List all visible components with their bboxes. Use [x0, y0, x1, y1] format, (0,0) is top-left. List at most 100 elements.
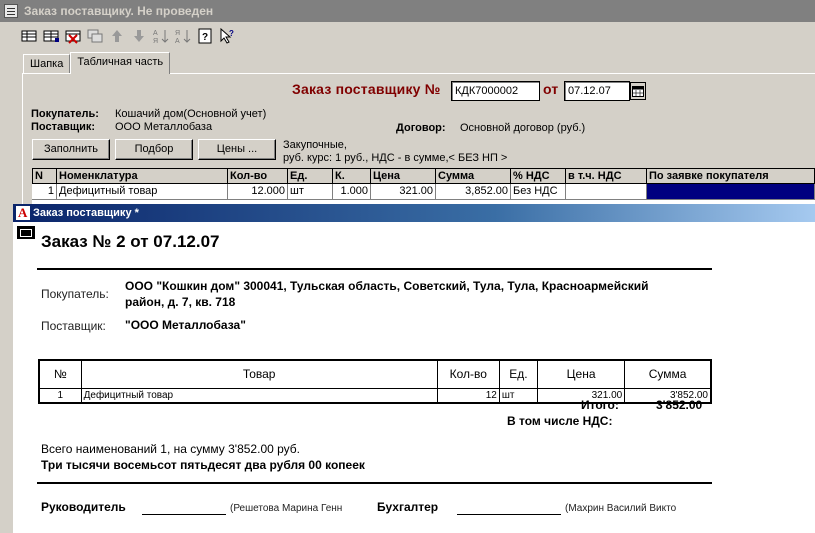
grid-header-n[interactable]: N: [32, 168, 57, 184]
vat-label: В том числе НДС:: [507, 414, 613, 428]
document-icon: [4, 4, 18, 18]
grid-header-row: N Номенклатура Кол-во Ед. К. Цена Сумма …: [32, 168, 815, 184]
grid-cell-buyer-request[interactable]: [647, 184, 815, 200]
print-document: Заказ № 2 от 07.12.07 Покупатель: ООО "К…: [13, 222, 815, 533]
grid-header-buyer-request[interactable]: По заявке покупателя: [647, 168, 815, 184]
doc-buyer-line-1: ООО "Кошкин дом" 300041, Тульская област…: [125, 279, 649, 293]
print-form-title: Заказ поставщику *: [33, 207, 139, 219]
col-price: Цена: [536, 359, 626, 389]
table-toolbar: AЯ ЯA ? ?: [20, 25, 236, 47]
col-sum: Сумма: [624, 359, 712, 389]
col-qty: Кол-во: [436, 359, 500, 389]
grid-header-price[interactable]: Цена: [371, 168, 436, 184]
calendar-button[interactable]: [630, 82, 646, 100]
sheet-corner-icon[interactable]: [17, 226, 35, 239]
grid-cell-unit[interactable]: шт: [288, 184, 333, 200]
items-count-text: Всего наименований 1, на сумму 3'852.00 …: [41, 442, 301, 456]
grid-row[interactable]: 1 Дефицитный товар 12.000 шт 1.000 321.0…: [32, 184, 815, 200]
grid-header-item[interactable]: Номенклатура: [57, 168, 228, 184]
grid-cell-item[interactable]: Дефицитный товар: [57, 184, 228, 200]
grid-cell-qty[interactable]: 12.000: [228, 184, 288, 200]
grid-header-vat-amount[interactable]: в т.ч. НДС: [566, 168, 647, 184]
supplier-value[interactable]: ООО Металлобаза: [115, 121, 212, 133]
row-product: Дефицитный товар: [80, 387, 438, 404]
grid-header-coef[interactable]: К.: [333, 168, 371, 184]
sort-desc-icon[interactable]: ЯA: [174, 27, 192, 45]
svg-text:?: ?: [229, 29, 234, 38]
svg-text:Я: Я: [175, 30, 180, 37]
svg-text:A: A: [153, 30, 158, 37]
total-label: Итого:: [581, 398, 619, 412]
grid-cell-vat-amount[interactable]: [566, 184, 647, 200]
accountant-name: (Махрин Василий Викто: [565, 503, 677, 514]
col-product: Товар: [80, 359, 438, 389]
order-document-window: Заказ поставщику. Не проведен AЯ ЯA ? ? …: [0, 0, 815, 204]
price-rate-info: руб. курс: 1 руб., НДС - в сумме,< БЕЗ Н…: [283, 152, 508, 164]
order-number-field[interactable]: КДК7000002: [451, 81, 540, 101]
sum-in-words: Три тысячи восемьсот пятьдесят два рубля…: [41, 458, 365, 472]
grid-header-unit[interactable]: Ед.: [288, 168, 333, 184]
doc-supplier-label: Поставщик:: [41, 319, 106, 333]
table-icon[interactable]: [20, 27, 38, 45]
date-label: от: [543, 81, 559, 97]
grid-icon[interactable]: [42, 27, 60, 45]
col-number: №: [38, 359, 82, 389]
head-signature-line: [142, 514, 226, 515]
help-icon[interactable]: ?: [196, 27, 214, 45]
top-divider: [37, 268, 712, 270]
grid-cell-price[interactable]: 321.00: [371, 184, 436, 200]
grid-cell-sum[interactable]: 3,852.00: [436, 184, 511, 200]
calendar-icon: [632, 86, 644, 97]
document-title: Заказ № 2 от 07.12.07: [41, 232, 220, 251]
order-window-title: Заказ поставщику. Не проведен: [24, 4, 214, 18]
items-table-header: № Товар Кол-во Ед. Цена Сумма: [38, 359, 712, 389]
buyer-label: Покупатель:: [31, 108, 99, 120]
sort-asc-icon[interactable]: AЯ: [152, 27, 170, 45]
head-name: (Решетова Марина Генн: [230, 503, 343, 514]
total-value: 3'852.00: [656, 398, 703, 412]
doc-buyer-line-2: район, д. 7, кв. 718: [125, 295, 236, 309]
doc-supplier-value: "ООО Металлобаза": [125, 318, 246, 332]
grid-cell-vat-rate[interactable]: Без НДС: [511, 184, 566, 200]
accountant-label: Бухгалтер: [377, 500, 439, 514]
row-unit: шт: [498, 387, 538, 404]
supplier-label: Поставщик:: [31, 121, 96, 133]
grid-header-qty[interactable]: Кол-во: [228, 168, 288, 184]
tab-header[interactable]: Шапка: [23, 54, 71, 74]
print-form-title-bar[interactable]: Заказ поставщику *: [13, 204, 815, 222]
prices-button[interactable]: Цены ...: [198, 139, 276, 160]
grid-header-sum[interactable]: Сумма: [436, 168, 511, 184]
grid-cell-n[interactable]: 1: [32, 184, 57, 200]
contract-label: Договор:: [396, 122, 446, 134]
arrow-down-icon[interactable]: [130, 27, 148, 45]
grid-cell-coef[interactable]: 1.000: [333, 184, 371, 200]
order-heading: Заказ поставщику №: [292, 81, 441, 97]
items-grid: N Номенклатура Кол-во Ед. К. Цена Сумма …: [32, 168, 815, 204]
grid-header-vat-rate[interactable]: % НДС: [511, 168, 566, 184]
price-type-info: Закупочные,: [283, 139, 347, 151]
row-number: 1: [38, 387, 82, 404]
contract-value[interactable]: Основной договор (руб.): [460, 122, 585, 134]
pointer-help-icon[interactable]: ?: [218, 27, 236, 45]
form-tabs: Шапка Табличная часть: [23, 52, 171, 74]
order-window-title-bar[interactable]: Заказ поставщику. Не проведен: [0, 0, 815, 22]
app-logo-icon: [16, 204, 30, 222]
delete-row-icon[interactable]: [64, 27, 82, 45]
row-qty: 12: [436, 387, 500, 404]
order-date-field[interactable]: 07.12.07: [564, 81, 630, 101]
select-button[interactable]: Подбор: [115, 139, 193, 160]
accountant-signature-line: [457, 514, 561, 515]
arrow-up-icon[interactable]: [108, 27, 126, 45]
head-label: Руководитель: [41, 500, 126, 514]
svg-text:A: A: [175, 38, 180, 44]
tab-table-part[interactable]: Табличная часть: [70, 52, 171, 74]
bottom-divider: [37, 482, 712, 484]
svg-text:Я: Я: [153, 38, 158, 44]
svg-text:?: ?: [202, 32, 208, 43]
copy-row-icon[interactable]: [86, 27, 104, 45]
buyer-value[interactable]: Кошачий дом(Основной учет): [115, 108, 266, 120]
print-form-window: Заказ поставщику * Заказ № 2 от 07.12.07…: [12, 204, 815, 533]
col-unit: Ед.: [498, 359, 538, 389]
doc-buyer-label: Покупатель:: [41, 287, 109, 301]
fill-button[interactable]: Заполнить: [32, 139, 110, 160]
